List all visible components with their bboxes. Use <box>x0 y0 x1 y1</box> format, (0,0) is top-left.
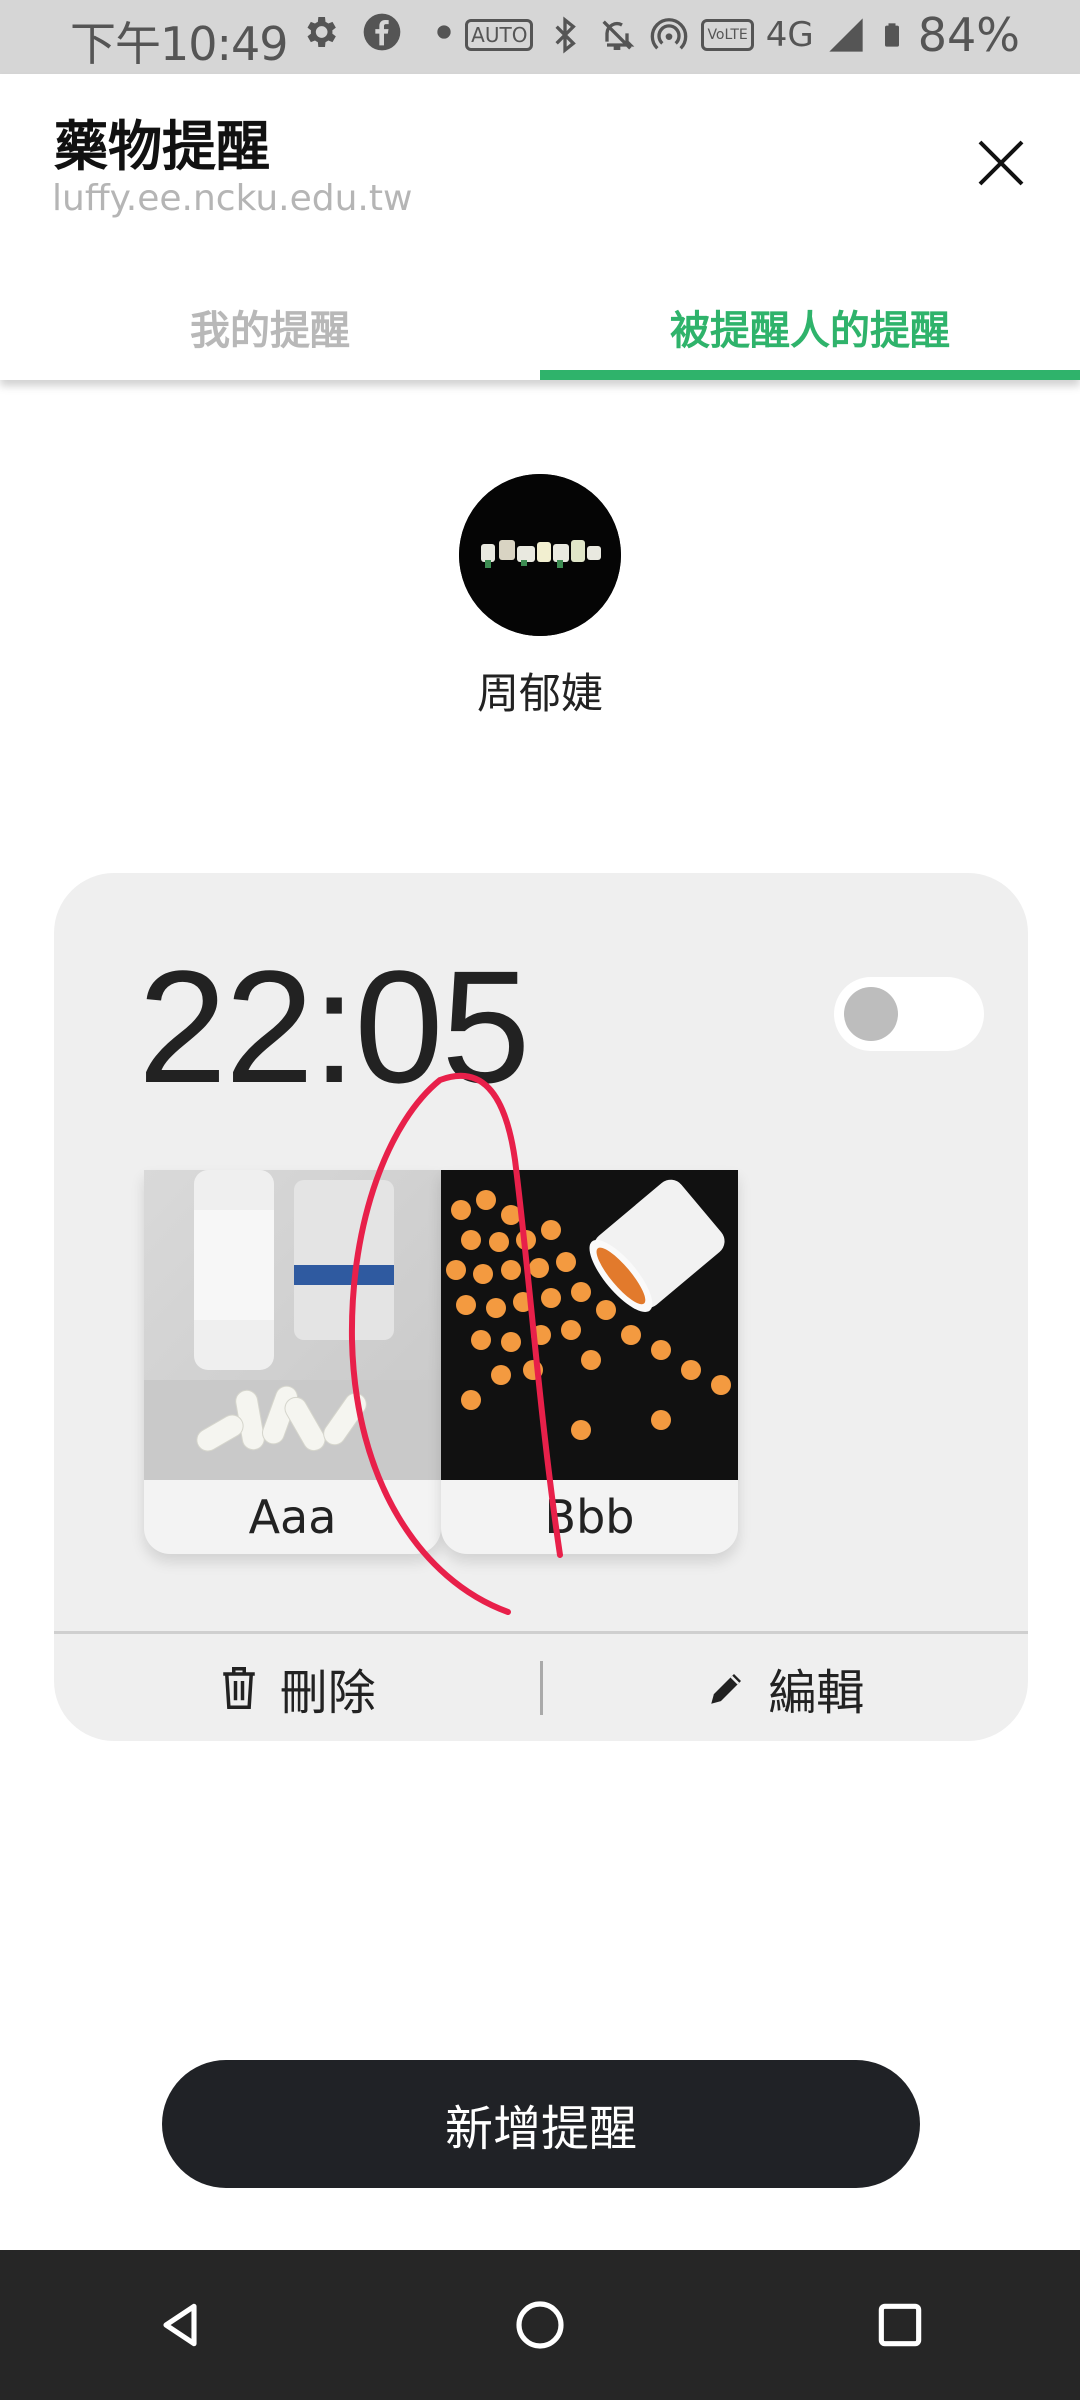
system-nav-bar <box>0 2250 1080 2400</box>
edit-button[interactable]: 編輯 <box>543 1635 1029 1741</box>
status-bar: 下午10:49 AUTO VoLTE 4G 84% <box>0 0 1080 74</box>
add-reminder-button[interactable]: 新增提醒 <box>162 2060 920 2188</box>
home-button[interactable] <box>500 2285 580 2365</box>
reminder-time: 22:05 <box>138 937 530 1116</box>
gear-icon <box>307 17 336 47</box>
status-right-icons: AUTO VoLTE 4G 84% <box>465 8 1020 62</box>
delete-label: 刪除 <box>279 1665 376 1721</box>
status-time: 下午10:49 <box>70 17 289 71</box>
mute-icon <box>602 20 635 50</box>
recents-icon <box>878 2303 922 2347</box>
4g-icon: 4G <box>765 15 814 55</box>
tab-bar: 我的提醒 被提醒人的提醒 <box>0 274 1080 380</box>
medication-list: Aaa Bbb <box>144 1170 738 1554</box>
avatar <box>459 474 621 636</box>
auto-hz-icon: AUTO <box>465 19 534 51</box>
battery-percent: 84% <box>917 8 1020 62</box>
hotspot-icon <box>651 18 688 50</box>
tab-reminded-person[interactable]: 被提醒人的提醒 <box>540 274 1080 380</box>
home-icon <box>516 2301 564 2349</box>
back-icon <box>163 2303 197 2347</box>
volte-icon: VoLTE <box>701 19 754 51</box>
reminder-card[interactable]: 22:05 Aaa Bbb 刪除 編輯 <box>54 873 1028 1741</box>
medication-label: Aaa <box>248 1490 337 1544</box>
avatar-image <box>459 474 621 636</box>
trash-icon <box>222 1667 255 1709</box>
card-divider <box>54 1631 1028 1634</box>
close-icon[interactable] <box>966 128 1036 198</box>
card-actions: 刪除 編輯 <box>54 1635 1028 1741</box>
dot-icon <box>437 25 451 39</box>
medication-item[interactable]: Aaa <box>144 1170 441 1554</box>
back-button[interactable] <box>140 2285 220 2365</box>
toggle-knob <box>844 987 898 1041</box>
page-title: 藥物提醒 <box>54 115 270 178</box>
reminder-toggle[interactable] <box>834 977 984 1051</box>
bluetooth-icon <box>555 16 577 54</box>
recents-button[interactable] <box>860 2285 940 2365</box>
facebook-icon <box>363 13 401 51</box>
tab-my-reminders[interactable]: 我的提醒 <box>0 274 540 380</box>
edit-label: 編輯 <box>768 1665 865 1721</box>
person-name: 周郁婕 <box>476 669 603 718</box>
medication-image-capsules <box>144 1170 441 1480</box>
battery-icon <box>884 23 899 47</box>
page-url: luffy.ee.ncku.edu.tw <box>52 178 413 219</box>
status-left-icons <box>300 12 464 52</box>
medication-item[interactable]: Bbb <box>441 1170 738 1554</box>
app-header: 藥物提醒 luffy.ee.ncku.edu.tw 我的提醒 被提醒人的提醒 <box>0 74 1080 380</box>
delete-button[interactable]: 刪除 <box>54 1635 540 1741</box>
medication-label: Bbb <box>544 1490 635 1544</box>
pencil-icon <box>711 1674 742 1704</box>
medication-image-pills <box>441 1170 738 1480</box>
signal-icon <box>829 18 863 52</box>
